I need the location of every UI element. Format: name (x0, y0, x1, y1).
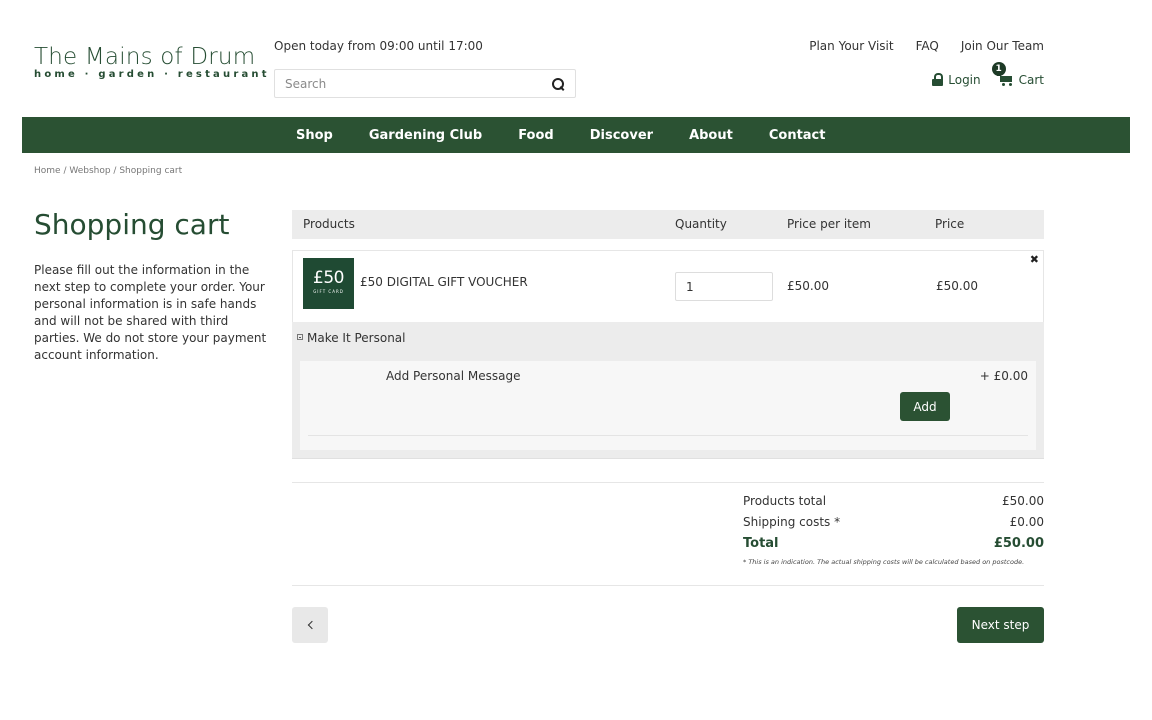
shipping-note: * This is an indication. The actual ship… (743, 558, 1025, 566)
personal-message-option: Add Personal Message + £0.00 Add (300, 361, 1036, 450)
quantity-input[interactable] (675, 272, 773, 301)
price-per-item: £50.00 (787, 279, 829, 293)
cart-link[interactable]: 1 Cart (991, 62, 1044, 87)
top-links: Plan Your Visit FAQ Join Our Team (809, 39, 1044, 53)
total-row: Total £50.00 (743, 536, 1044, 557)
nav-gardening-club[interactable]: Gardening Club (369, 128, 482, 143)
col-price: Price (935, 217, 965, 231)
account-area: Login 1 Cart (932, 62, 1044, 87)
divider (292, 482, 1044, 483)
link-faq[interactable]: FAQ (916, 39, 939, 53)
products-total-value: £50.00 (1002, 494, 1044, 508)
product-name[interactable]: £50 DIGITAL GIFT VOUCHER (360, 275, 528, 289)
total-value: £50.00 (993, 536, 1044, 551)
add-personal-message-button[interactable]: Add (900, 392, 950, 421)
product-thumbnail[interactable]: £50 GIFT CARD (303, 258, 354, 309)
col-price-per-item: Price per item (787, 217, 871, 231)
search-input[interactable] (285, 76, 551, 91)
login-link[interactable]: Login (932, 72, 981, 87)
cart-count-badge: 1 (991, 62, 1006, 76)
shipping-row: Shipping costs * £0.00 (743, 515, 1044, 536)
order-totals: Products total £50.00 Shipping costs * £… (743, 494, 1044, 566)
divider (308, 435, 1028, 436)
back-button[interactable] (292, 607, 328, 643)
next-step-button[interactable]: Next step (957, 607, 1044, 643)
opening-hours: Open today from 09:00 until 17:00 (274, 39, 483, 53)
table-header: Products Quantity Price per item Price (292, 210, 1044, 239)
link-plan-your-visit[interactable]: Plan Your Visit (809, 39, 893, 53)
cart-table: Products Quantity Price per item Price (292, 210, 1044, 239)
breadcrumb[interactable]: Home / Webshop / Shopping cart (34, 166, 182, 176)
logo-title: The Mains of Drum (34, 44, 256, 70)
main-nav: Shop Gardening Club Food Discover About … (22, 117, 1130, 153)
page-title: Shopping cart (34, 208, 230, 241)
personal-message-label: Add Personal Message (386, 369, 521, 383)
site-logo[interactable]: The Mains of Drum home · garden · restau… (34, 44, 270, 80)
chevron-left-icon (307, 620, 316, 630)
table-row: £50 GIFT CARD £50 DIGITAL GIFT VOUCHER £… (292, 250, 1044, 322)
collapse-icon (297, 333, 303, 340)
search-icon[interactable] (551, 77, 565, 91)
total-label: Total (743, 536, 779, 551)
shipping-value: £0.00 (1009, 515, 1044, 529)
link-join-our-team[interactable]: Join Our Team (961, 39, 1044, 53)
cart-label: Cart (1018, 72, 1044, 87)
nav-discover[interactable]: Discover (590, 128, 653, 143)
search-box (274, 69, 576, 98)
thumb-caption: GIFT CARD (313, 289, 344, 294)
nav-contact[interactable]: Contact (769, 128, 826, 143)
nav-about[interactable]: About (689, 128, 733, 143)
personal-options: Make It Personal Add Personal Message + … (292, 322, 1044, 459)
intro-text: Please fill out the information in the n… (34, 263, 267, 362)
divider (292, 585, 1044, 586)
products-total-row: Products total £50.00 (743, 494, 1044, 515)
nav-shop[interactable]: Shop (296, 128, 333, 143)
personal-options-toggle[interactable]: Make It Personal (297, 331, 406, 345)
shipping-label: Shipping costs * (743, 515, 841, 529)
nav-food[interactable]: Food (518, 128, 554, 143)
close-icon[interactable]: ✖ (1030, 253, 1039, 266)
col-products: Products (303, 217, 355, 231)
personal-message-price: + £0.00 (979, 369, 1028, 383)
login-label: Login (948, 72, 981, 87)
line-price: £50.00 (936, 279, 978, 293)
products-total-label: Products total (743, 494, 827, 508)
logo-tagline: home · garden · restaurant (34, 69, 270, 80)
thumb-amount: £50 (313, 268, 344, 288)
personal-options-title: Make It Personal (307, 331, 406, 345)
lock-icon (932, 73, 944, 86)
col-quantity: Quantity (675, 217, 727, 231)
